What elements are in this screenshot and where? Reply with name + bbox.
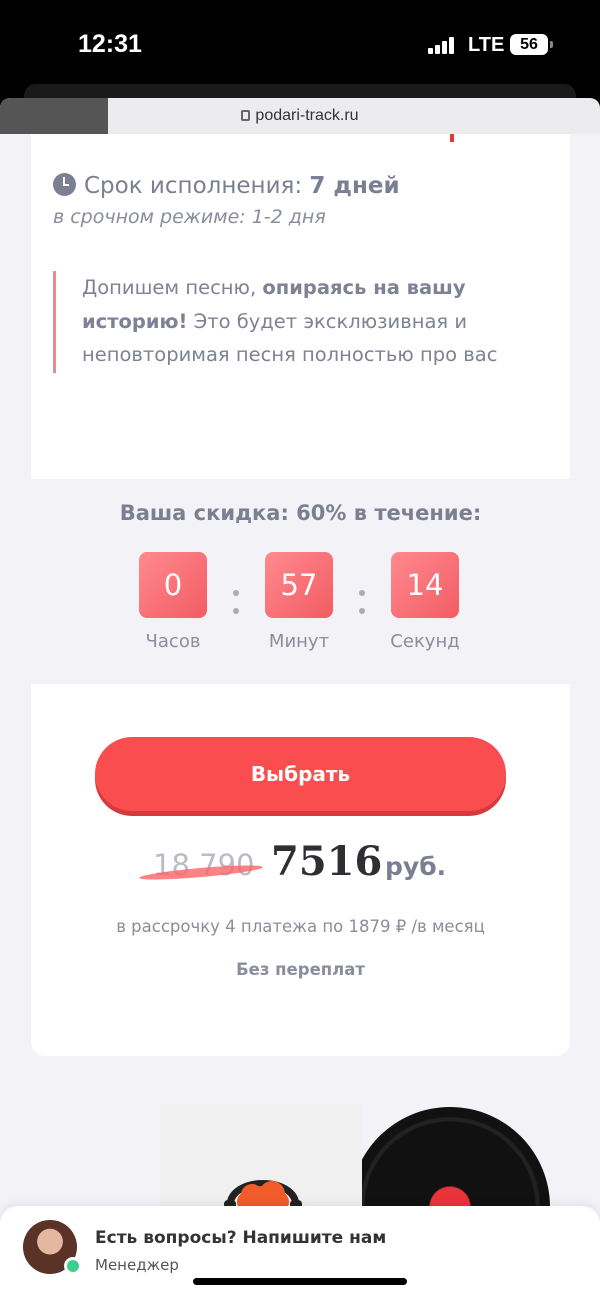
deadline-value: 7 дней [309, 173, 400, 199]
choose-button[interactable]: Выбрать [95, 737, 506, 811]
discount-suffix: в течение: [353, 501, 482, 525]
offer-card: Срок исполнения: 7 дней в срочном режиме… [31, 134, 570, 1056]
battery-icon: 56 [510, 34, 548, 55]
timer-seconds-label: Секунд [390, 631, 460, 652]
status-time: 12:31 [78, 30, 142, 58]
battery-tip [550, 41, 553, 48]
timer-seconds: 14 [391, 552, 459, 618]
clock-icon [53, 173, 76, 196]
timer-hours: 0 [139, 552, 207, 618]
chat-widget[interactable]: Есть вопросы? Напишите нам Менеджер [0, 1206, 600, 1300]
deadline-row: Срок исполнения: 7 дней [53, 170, 400, 199]
installment-info: в рассрочку 4 платежа по 1879 ₽ /в месяц [116, 917, 485, 936]
lock-icon [241, 110, 251, 121]
discount-title: Ваша скидка: 60% в течение: [31, 501, 570, 525]
signal-strength-icon [428, 36, 458, 54]
urgent-note: в срочном режиме: 1-2 дня [53, 206, 326, 228]
discount-section: Ваша скидка: 60% в течение: 0 57 14 Часо… [31, 479, 570, 684]
status-bar: 12:31 LTE 56 [0, 0, 600, 96]
address-bar[interactable]: podari-track.ru [0, 98, 600, 134]
online-status-icon [64, 1257, 82, 1275]
timer-separator [359, 590, 365, 616]
deadline-label: Срок исполнения: [84, 173, 303, 199]
timer-separator [233, 590, 239, 616]
quote-text-1: Допишем песню, [82, 276, 257, 299]
new-price: 7516 [271, 838, 383, 885]
description-quote: Допишем песню, опираясь на вашу историю!… [53, 271, 543, 373]
heading-fragment [450, 134, 454, 142]
no-overpay-note: Без переплат [236, 960, 365, 979]
url-text: podari-track.ru [255, 107, 359, 124]
network-type: LTE [468, 34, 505, 56]
currency-label: руб. [385, 852, 447, 881]
timer-minutes: 57 [265, 552, 333, 618]
discount-prefix: Ваша скидка: [119, 501, 289, 525]
chat-title[interactable]: Есть вопросы? Напишите нам [95, 1228, 386, 1248]
home-indicator[interactable] [193, 1278, 407, 1285]
url-display[interactable]: podari-track.ru [0, 98, 600, 134]
chat-subtitle: Менеджер [95, 1256, 179, 1274]
timer-hours-label: Часов [145, 631, 201, 652]
discount-percent: 60% [296, 501, 347, 525]
timer-minutes-label: Минут [268, 631, 330, 652]
